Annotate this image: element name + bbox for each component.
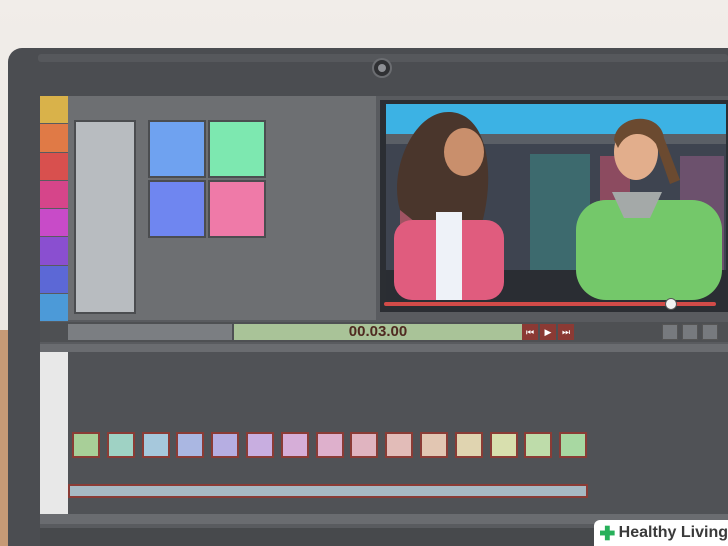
effect-tile[interactable] bbox=[208, 120, 266, 178]
timeline-panel bbox=[40, 344, 728, 524]
skip-forward-icon: ⏭ bbox=[561, 327, 571, 337]
color-palette bbox=[40, 96, 68, 322]
effects-panel bbox=[68, 96, 376, 320]
palette-swatch[interactable] bbox=[40, 237, 68, 265]
timeline-clip[interactable] bbox=[454, 432, 483, 458]
timeline-clip[interactable] bbox=[315, 432, 344, 458]
control-button-1[interactable] bbox=[662, 324, 678, 340]
palette-swatch[interactable] bbox=[40, 96, 68, 124]
timeline-clip[interactable] bbox=[559, 432, 588, 458]
controls-left-area bbox=[68, 324, 232, 340]
scrubber-handle[interactable] bbox=[664, 298, 677, 310]
palette-swatch[interactable] bbox=[40, 265, 68, 293]
play-button[interactable]: ▶ bbox=[540, 324, 556, 340]
effect-tile[interactable] bbox=[148, 180, 206, 238]
control-button-3[interactable] bbox=[702, 324, 718, 340]
timeline-clip[interactable] bbox=[211, 432, 240, 458]
watermark-text: Healthy Living bbox=[618, 524, 728, 541]
timeline-clip[interactable] bbox=[385, 432, 414, 458]
timeline-clip[interactable] bbox=[176, 432, 205, 458]
editor-screen: 00.03.00 ⏮ ▶ ⏭ bbox=[40, 96, 728, 528]
timeline-clip[interactable] bbox=[489, 432, 518, 458]
webcam-icon bbox=[374, 60, 390, 76]
preview-frame-image bbox=[380, 100, 728, 312]
play-icon: ▶ bbox=[544, 327, 552, 337]
video-preview[interactable] bbox=[380, 100, 728, 312]
timeline-track-labels bbox=[40, 352, 68, 522]
panel-scroll-slider[interactable] bbox=[74, 120, 136, 314]
timeline-clip[interactable] bbox=[141, 432, 170, 458]
timeline-clip[interactable] bbox=[106, 432, 135, 458]
timeline-header bbox=[40, 344, 728, 352]
palette-swatch[interactable] bbox=[40, 180, 68, 208]
timeline-clip[interactable] bbox=[72, 432, 100, 458]
next-frame-button[interactable]: ⏭ bbox=[558, 324, 574, 340]
timecode-display: 00.03.00 bbox=[234, 324, 522, 340]
control-button-2[interactable] bbox=[682, 324, 698, 340]
timeline-clip[interactable] bbox=[246, 432, 274, 458]
watermark-badge: Healthy Living bbox=[594, 520, 728, 546]
skip-back-icon: ⏮ bbox=[525, 327, 535, 337]
effect-tile[interactable] bbox=[208, 180, 266, 238]
palette-swatch[interactable] bbox=[40, 152, 68, 180]
palette-swatch[interactable] bbox=[40, 209, 68, 237]
palette-swatch[interactable] bbox=[40, 293, 68, 321]
timeline-clip[interactable] bbox=[350, 432, 379, 458]
audio-track[interactable] bbox=[68, 484, 588, 498]
prev-frame-button[interactable]: ⏮ bbox=[522, 324, 538, 340]
timeline-clip[interactable] bbox=[420, 432, 448, 458]
timeline-clip[interactable] bbox=[280, 432, 309, 458]
plus-cross-icon bbox=[600, 525, 615, 541]
timeline-clip[interactable] bbox=[524, 432, 553, 458]
effect-tile[interactable] bbox=[148, 120, 206, 178]
palette-swatch[interactable] bbox=[40, 124, 68, 152]
